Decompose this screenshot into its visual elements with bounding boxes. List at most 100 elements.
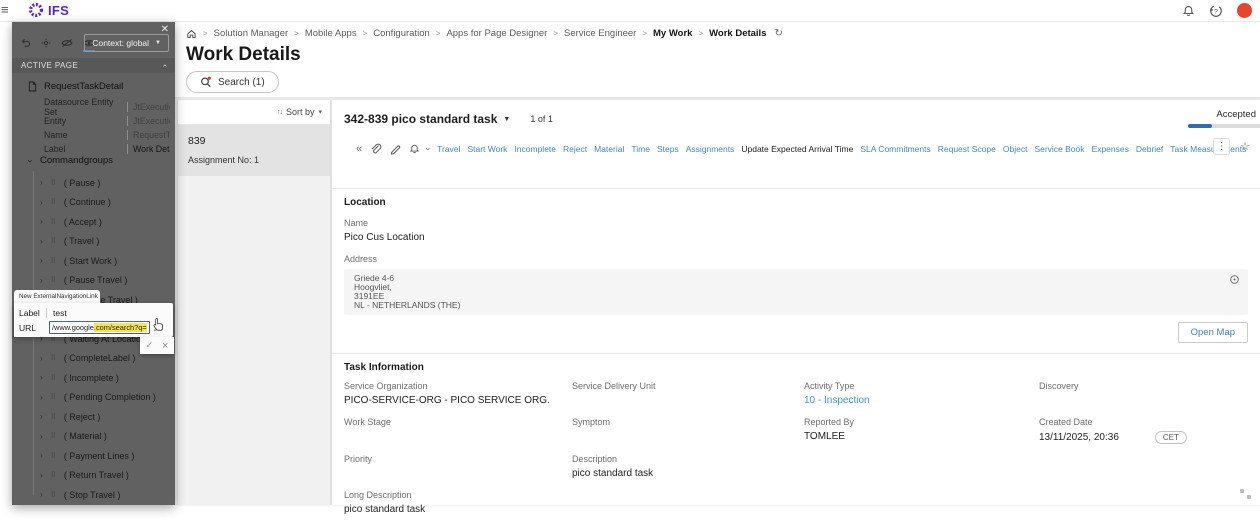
drag-handle-icon[interactable]: ⠿ — [51, 276, 56, 284]
list-item-selected[interactable]: 839 Assignment No: 1 — [178, 125, 330, 176]
url-input[interactable]: /www.google.com/search?q= — [49, 321, 150, 334]
history-help-icon[interactable]: ? — [1209, 4, 1223, 18]
label-field-value[interactable]: test — [46, 307, 67, 318]
toolbar-link-steps[interactable]: Steps — [657, 144, 679, 154]
tree-node-request-task-detail[interactable]: RequestTaskDetail — [28, 81, 123, 92]
bell-icon[interactable] — [1182, 4, 1195, 18]
breadcrumb-item-my-work[interactable]: My Work — [653, 28, 692, 39]
drag-handle-icon[interactable]: ⠿ — [51, 452, 56, 460]
top-bar: ≡ IFS ? — [0, 0, 1260, 22]
popup-label-row: Label test — [19, 305, 168, 320]
drag-handle-icon[interactable]: ⠿ — [51, 218, 56, 226]
chevron-right-icon: › — [40, 412, 43, 422]
toolbar-link-start-work[interactable]: Start Work — [467, 144, 507, 154]
attachment-icon[interactable] — [369, 143, 382, 156]
confirm-check-icon[interactable]: ✓ — [146, 340, 154, 351]
command-row-stop-travel[interactable]: › ⠿( Stop Travel ) — [12, 485, 175, 505]
drag-handle-icon[interactable]: ⠿ — [51, 257, 56, 265]
drag-handle-icon[interactable]: ⠿ — [51, 374, 56, 382]
command-row-continue[interactable]: › ⠿( Continue ) — [12, 193, 175, 213]
command-row-pause[interactable]: › ⠿( Pause ) — [12, 173, 175, 193]
notification-bell-icon[interactable] — [409, 143, 420, 155]
collapse-left-icon[interactable]: « — [356, 143, 362, 155]
field-description: Description pico standard task — [572, 454, 654, 479]
toolbar-link-time[interactable]: Time — [631, 144, 650, 154]
property-row[interactable]: Label Work Details — [44, 142, 170, 156]
command-row-start-work[interactable]: › ⠿( Start Work ) — [12, 251, 175, 271]
chevron-right-icon: › — [40, 236, 43, 246]
status-progress-toggle[interactable] — [1188, 124, 1260, 128]
command-row-pending-completion[interactable]: › ⠿( Pending Completion ) — [12, 388, 175, 408]
cancel-x-icon[interactable]: × — [162, 340, 168, 352]
breadcrumb-item[interactable]: Solution Manager — [214, 28, 288, 39]
drag-handle-icon[interactable]: ⠿ — [51, 432, 56, 440]
drag-handle-icon[interactable]: ⠿ — [51, 179, 56, 187]
chevron-down-icon[interactable]: › — [424, 148, 434, 151]
drag-handle-icon[interactable]: ⠿ — [51, 491, 56, 499]
toolbar-link-request-scope[interactable]: Request Scope — [938, 144, 996, 154]
toolbar-link-service-book[interactable]: Service Book — [1034, 144, 1084, 154]
refresh-icon[interactable]: ↻ — [774, 28, 782, 39]
command-row-incomplete[interactable]: › ⠿( Incomplete ) — [12, 368, 175, 388]
toolbar-link-sla-commitments[interactable]: SLA Commitments — [860, 144, 930, 154]
property-row[interactable]: Name RequestTask... — [44, 128, 170, 142]
favorite-star-icon[interactable]: ☆ — [1240, 140, 1250, 153]
breadcrumb-item[interactable]: Mobile Apps — [305, 28, 357, 39]
command-row-travel[interactable]: › ⠿( Travel ) — [12, 232, 175, 252]
hide-eye-off-icon[interactable] — [61, 38, 73, 48]
breadcrumb-item[interactable]: Configuration — [373, 28, 430, 39]
drag-handle-icon[interactable]: ⠿ — [51, 354, 56, 362]
open-map-button[interactable]: Open Map — [1177, 322, 1248, 343]
ifs-logo-text: IFS — [48, 2, 70, 18]
tree-group-label: Commandgroups — [40, 155, 113, 166]
kebab-menu-icon[interactable]: ⋮ — [1213, 138, 1231, 155]
breadcrumb-item[interactable]: Apps for Page Designer — [446, 28, 547, 39]
title-dropdown-icon[interactable]: ▼ — [503, 116, 510, 123]
search-button[interactable]: Search (1) — [186, 71, 279, 93]
user-avatar[interactable] — [1237, 3, 1252, 18]
undo-icon[interactable] — [21, 38, 31, 48]
chevron-right-icon: › — [40, 197, 43, 207]
toolbar-link-incomplete[interactable]: Incomplete — [514, 144, 556, 154]
breadcrumb-item-current: Work Details — [709, 28, 767, 39]
location-name-label: Name — [344, 218, 369, 228]
page-header: > Solution Manager > Mobile Apps > Confi… — [175, 22, 1260, 98]
edit-pencil-icon[interactable] — [389, 143, 402, 156]
property-row[interactable]: Entity JtExecutionIn... — [44, 114, 170, 128]
tree-group-commandgroups[interactable]: › Commandgroups — [26, 155, 113, 166]
command-row-material[interactable]: › ⠿( Material ) — [12, 427, 175, 447]
activity-type-link[interactable]: 10 - Inspection — [804, 395, 1039, 407]
toolbar-link-debrief[interactable]: Debrief — [1136, 144, 1163, 154]
toolbar-link-reject[interactable]: Reject — [563, 144, 587, 154]
command-row-accept[interactable]: › ⠿( Accept ) — [12, 212, 175, 232]
property-row[interactable]: Datasource Entity Set JtExecutionIn... — [44, 97, 170, 117]
command-row-reject[interactable]: › ⠿( Reject ) — [12, 407, 175, 427]
context-selector[interactable]: Context: global ▼ — [84, 34, 169, 52]
toolbar-link-travel[interactable]: Travel — [437, 144, 460, 154]
sort-icon: ↑↓ — [276, 108, 283, 116]
sort-by-button[interactable]: ↑↓ Sort by ▾ — [178, 100, 330, 125]
command-row-payment-lines[interactable]: › ⠿( Payment Lines ) — [12, 446, 175, 466]
drag-handle-icon[interactable]: ⠿ — [51, 471, 56, 479]
drag-handle-icon[interactable]: ⠿ — [51, 393, 56, 401]
drag-handle-icon[interactable]: ⠿ — [51, 413, 56, 421]
task-information-title: Task Information — [344, 362, 424, 373]
toolbar-link-expenses[interactable]: Expenses — [1092, 144, 1129, 154]
toolbar-link-material[interactable]: Material — [594, 144, 624, 154]
home-icon[interactable] — [186, 28, 197, 39]
toolbar-link-assignments[interactable]: Assignments — [686, 144, 735, 154]
toolbar-link-object[interactable]: Object — [1003, 144, 1028, 154]
location-name-value: Pico Cus Location — [344, 232, 425, 243]
command-row-return-travel[interactable]: › ⠿( Return Travel ) — [12, 466, 175, 486]
command-row-pause-travel[interactable]: › ⠿( Pause Travel ) — [12, 271, 175, 291]
settings-gear-icon[interactable] — [41, 38, 51, 48]
locate-target-icon[interactable] — [1229, 274, 1240, 285]
active-page-section-header[interactable]: ACTIVE PAGE › — [12, 58, 175, 73]
drag-handle-icon[interactable]: ⠿ — [51, 237, 56, 245]
address-line: Griede 4-6 — [354, 273, 395, 283]
toolbar-link-update-expected-arrival-time[interactable]: Update Expected Arrival Time — [741, 144, 853, 154]
drag-handle-icon[interactable]: ⠿ — [51, 198, 56, 206]
url-edit-icon[interactable] — [153, 324, 161, 332]
hamburger-menu-icon[interactable]: ≡ — [1, 2, 9, 17]
breadcrumb-item[interactable]: Service Engineer — [564, 28, 636, 39]
